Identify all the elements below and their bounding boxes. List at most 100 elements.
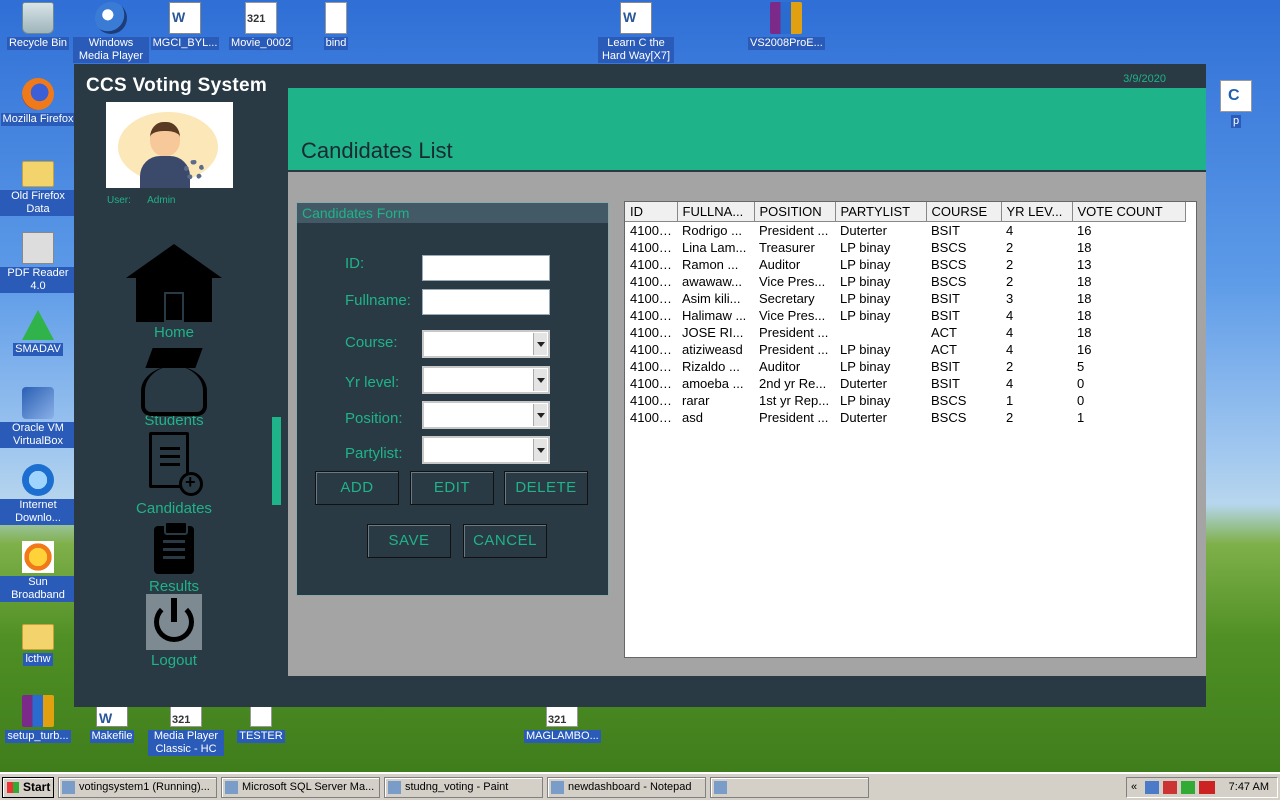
desktop-icon-p[interactable]: p xyxy=(1198,80,1274,128)
table-cell: President ... xyxy=(759,324,829,340)
user-name: Admin xyxy=(147,195,176,206)
table-cell: 4 xyxy=(1006,222,1014,238)
table-cell: 18 xyxy=(1077,324,1092,340)
page-title: Candidates List xyxy=(301,138,453,163)
desktop-icon-vs2008[interactable]: VS2008ProE... xyxy=(748,2,825,50)
task-unnamed[interactable] xyxy=(710,777,869,798)
chevron-down-icon[interactable] xyxy=(533,333,547,355)
desktop-icon-setup-turbo[interactable]: setup_turb... xyxy=(0,695,76,743)
desktop-icon-firefox[interactable]: Mozilla Firefox xyxy=(0,78,76,126)
table-cell: LP binay xyxy=(840,273,891,289)
desktop-icon-mpc-hc[interactable]: Media Player Classic - HC xyxy=(148,703,224,756)
content-area: Candidates Form ID: Fullname: Course: Yr… xyxy=(288,172,1206,676)
nav-students[interactable]: Students xyxy=(114,344,234,429)
pdf-reader-icon xyxy=(22,232,54,264)
desktop-icon-lcthw[interactable]: lcthw xyxy=(0,618,76,666)
table-cell: BSCS xyxy=(931,256,967,272)
table-cell: awawaw... xyxy=(682,273,742,289)
chevron-down-icon[interactable] xyxy=(533,369,547,391)
task-notepad[interactable]: newdashboard - Notepad xyxy=(547,777,706,798)
add-button[interactable]: ADD xyxy=(315,471,399,505)
desktop-icon-media-player[interactable]: Windows Media Player xyxy=(73,2,149,63)
table-row[interactable]: 410006 Asim kili... Secretary LP binay BSIT 3… xyxy=(625,290,1185,307)
column-header[interactable]: PARTYLIST xyxy=(835,202,927,222)
desktop-icon-smadav[interactable]: SMADAV xyxy=(0,310,76,356)
candidates-grid[interactable]: ID FULLNA... POSITION PARTYLIST COURSE YR LEV… xyxy=(624,201,1197,658)
table-row[interactable]: 410004 Ramon ... Auditor LP binay BSCS 2 13 xyxy=(625,256,1185,273)
nav-candidates[interactable]: Candidates xyxy=(114,432,234,517)
table-cell: BSIT xyxy=(931,307,960,323)
task-sql-server[interactable]: Microsoft SQL Server Ma... xyxy=(221,777,380,798)
table-cell: 410013 xyxy=(630,392,674,408)
table-row[interactable]: 410009 atiziweasd President ... LP binay ACT… xyxy=(625,341,1185,358)
table-cell: 410004 xyxy=(630,256,674,272)
cancel-button[interactable]: CANCEL xyxy=(463,524,547,558)
desktop-icon-learn-c[interactable]: Learn C the Hard Way[X7] xyxy=(598,2,674,63)
table-cell: 410007 xyxy=(630,307,674,323)
table-row[interactable]: 410012 amoeba ... 2nd yr Re... Duterter BSIT… xyxy=(625,375,1185,392)
column-header[interactable]: VOTE COUNT xyxy=(1072,202,1186,222)
chevron-down-icon[interactable] xyxy=(533,404,547,426)
table-row[interactable]: 410013 rarar 1st yr Rep... LP binay BSCS 1 0 xyxy=(625,392,1185,409)
desktop-icon-movie[interactable]: Movie_0002 xyxy=(223,2,299,50)
course-label: Course: xyxy=(345,334,398,351)
tray-icons[interactable] xyxy=(1145,781,1215,794)
table-row[interactable]: 410002 Rodrigo ... President ... Duterter BS… xyxy=(625,222,1185,239)
tray-expand-button[interactable]: « xyxy=(1131,778,1137,797)
start-button[interactable]: Start xyxy=(2,777,54,798)
delete-button[interactable]: DELETE xyxy=(504,471,588,505)
table-cell: BSCS xyxy=(931,409,967,425)
fullname-field[interactable] xyxy=(422,289,550,315)
column-header[interactable]: FULLNA... xyxy=(677,202,755,222)
save-button[interactable]: SAVE xyxy=(367,524,451,558)
desktop-icon-makefile[interactable]: Makefile xyxy=(74,703,150,743)
id-field[interactable] xyxy=(422,255,550,281)
column-header[interactable]: POSITION xyxy=(754,202,836,222)
edit-button[interactable]: EDIT xyxy=(410,471,494,505)
chevron-down-icon[interactable] xyxy=(533,439,547,461)
desktop-icon-bind[interactable]: bind xyxy=(298,2,374,50)
yr-level-label: Yr level: xyxy=(345,374,400,391)
course-select[interactable] xyxy=(422,330,550,358)
position-select[interactable] xyxy=(422,401,550,429)
table-row[interactable]: 410005 awawaw... Vice Pres... LP binay BSCS 2… xyxy=(625,273,1185,290)
table-cell: Vice Pres... xyxy=(759,307,826,323)
table-row[interactable]: 410014 asd President ... Duterter BSCS 2 1 xyxy=(625,409,1185,426)
table-cell: BSIT xyxy=(931,222,960,238)
table-cell: 410014 xyxy=(630,409,674,425)
desktop-icon-sun-broadband[interactable]: Sun Broadband xyxy=(0,541,76,602)
table-cell: Rizaldo ... xyxy=(682,358,740,374)
table-cell: Auditor xyxy=(759,358,801,374)
table-cell: 410009 xyxy=(630,341,674,357)
nav-results[interactable]: Results xyxy=(114,521,234,595)
task-votingsystem[interactable]: votingsystem1 (Running)... xyxy=(58,777,217,798)
table-row[interactable]: 410010 Rizaldo ... Auditor LP binay BSIT 2 5 xyxy=(625,358,1185,375)
table-row[interactable]: 410007 Halimaw ... Vice Pres... LP binay BSI… xyxy=(625,307,1185,324)
desktop-icon-virtualbox[interactable]: Oracle VM VirtualBox xyxy=(0,387,76,448)
gear-icon xyxy=(184,160,204,180)
table-cell: LP binay xyxy=(840,307,891,323)
desktop-icon-maglambo[interactable]: MAGLAMBO... xyxy=(524,703,601,743)
firefox-icon xyxy=(22,78,54,110)
column-header[interactable]: ID xyxy=(625,202,678,222)
column-header[interactable]: COURSE xyxy=(926,202,1002,222)
desktop-icon-recycle-bin[interactable]: Recycle Bin xyxy=(0,2,76,50)
partylist-select[interactable] xyxy=(422,436,550,464)
table-row[interactable]: 410008 JOSE RI... President ... ACT 4 18 xyxy=(625,324,1185,341)
yr-level-select[interactable] xyxy=(422,366,550,394)
table-row[interactable]: 410003 Lina Lam... Treasurer LP binay BSCS 2 1… xyxy=(625,239,1185,256)
table-body: 410002 Rodrigo ... President ... Duterter BS… xyxy=(625,222,1185,426)
desktop-icon-pdf-reader[interactable]: PDF Reader 4.0 xyxy=(0,232,76,293)
desktop-icon-mgci[interactable]: MGCI_BYL... xyxy=(147,2,223,50)
table-cell: LP binay xyxy=(840,358,891,374)
nav-logout[interactable]: Logout xyxy=(114,594,234,669)
column-header[interactable]: YR LEV... xyxy=(1001,202,1073,222)
table-cell: 410010 xyxy=(630,358,674,374)
desktop-icon-internet-download[interactable]: Internet Downlo... xyxy=(0,464,76,525)
table-cell: 0 xyxy=(1077,375,1085,391)
nav-home[interactable]: Home xyxy=(114,244,234,341)
table-header-row: ID FULLNA... POSITION PARTYLIST COURSE YR LEV… xyxy=(625,202,1186,222)
task-paint[interactable]: studng_voting - Paint xyxy=(384,777,543,798)
desktop-icon-old-firefox-data[interactable]: Old Firefox Data xyxy=(0,155,76,216)
desktop-icon-tester[interactable]: TESTER xyxy=(223,703,299,743)
